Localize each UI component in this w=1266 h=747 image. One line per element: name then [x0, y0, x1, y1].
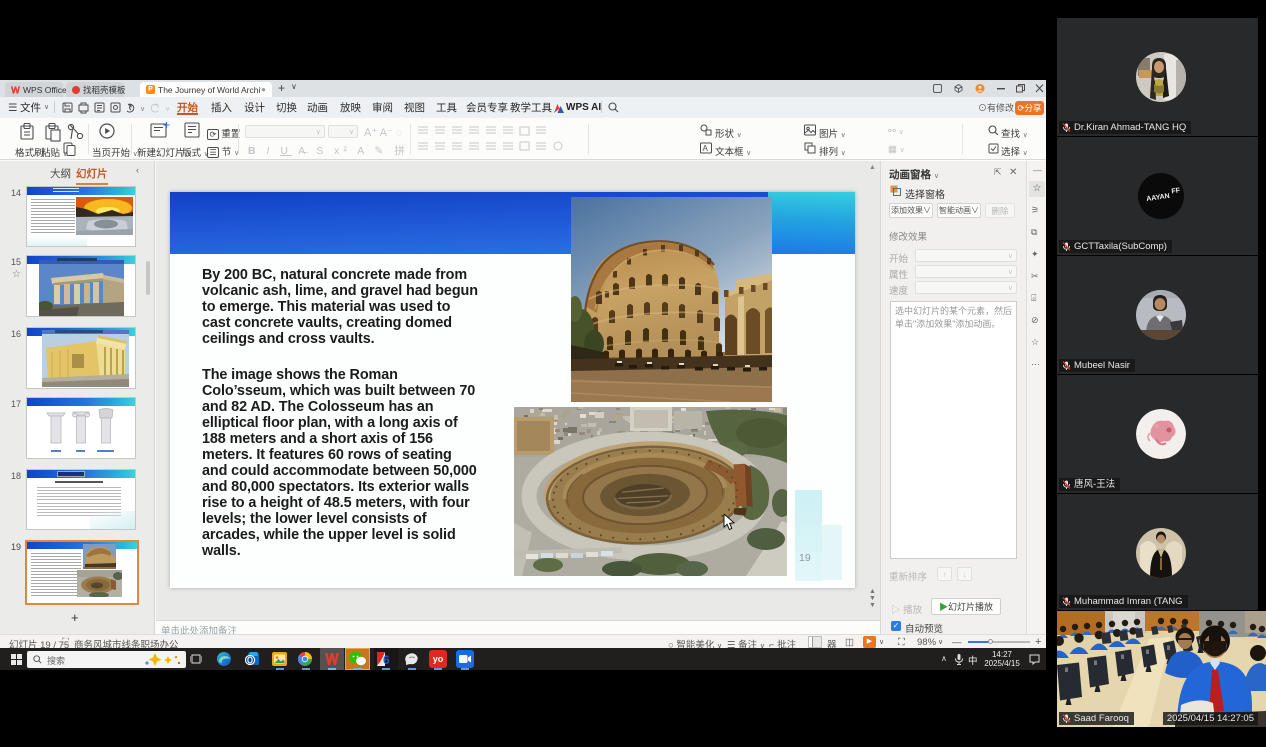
svg-text:A: A: [703, 144, 709, 153]
svg-text:∨: ∨: [140, 106, 145, 113]
svg-text:∨: ∨: [165, 106, 170, 113]
svg-text:FF: FF: [1171, 187, 1181, 195]
svg-text:6: 6: [383, 653, 390, 666]
